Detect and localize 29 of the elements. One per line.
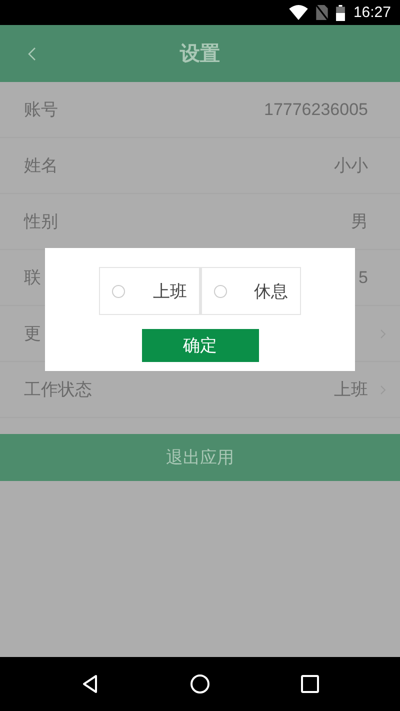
- home-icon[interactable]: [190, 674, 210, 694]
- wifi-icon: [289, 5, 308, 20]
- exit-button[interactable]: 退出应用: [0, 434, 400, 481]
- no-sim-icon: [316, 5, 328, 20]
- settings-row[interactable]: 姓名 小小: [0, 138, 400, 194]
- battery-icon: [336, 4, 346, 20]
- row-label: 联: [24, 267, 41, 289]
- row-label: 账号: [24, 99, 58, 121]
- confirm-button[interactable]: 确定: [142, 329, 258, 362]
- radio-option[interactable]: 上班: [99, 267, 200, 315]
- radio-button[interactable]: [214, 284, 227, 298]
- back-icon[interactable]: [80, 674, 100, 694]
- row-value: 17776236005: [264, 100, 368, 120]
- row-value: 小小: [334, 155, 368, 177]
- clock-time: 16:27: [353, 4, 391, 21]
- row-value: 男: [351, 211, 368, 233]
- radio-button[interactable]: [112, 284, 125, 298]
- row-label: 姓名: [24, 155, 58, 177]
- settings-row[interactable]: 账号 17776236005: [0, 82, 400, 138]
- row-value: 上班: [334, 379, 368, 401]
- page-title: 设置: [180, 40, 220, 67]
- row-value: 5: [358, 268, 368, 288]
- option-label: 休息: [254, 280, 288, 302]
- row-label: 性别: [24, 211, 58, 233]
- row-label: 工作状态: [24, 379, 92, 401]
- radio-option[interactable]: 休息: [200, 267, 301, 315]
- recent-apps-icon[interactable]: [300, 674, 320, 694]
- row-label: 更: [24, 323, 41, 345]
- option-label: 上班: [153, 280, 187, 302]
